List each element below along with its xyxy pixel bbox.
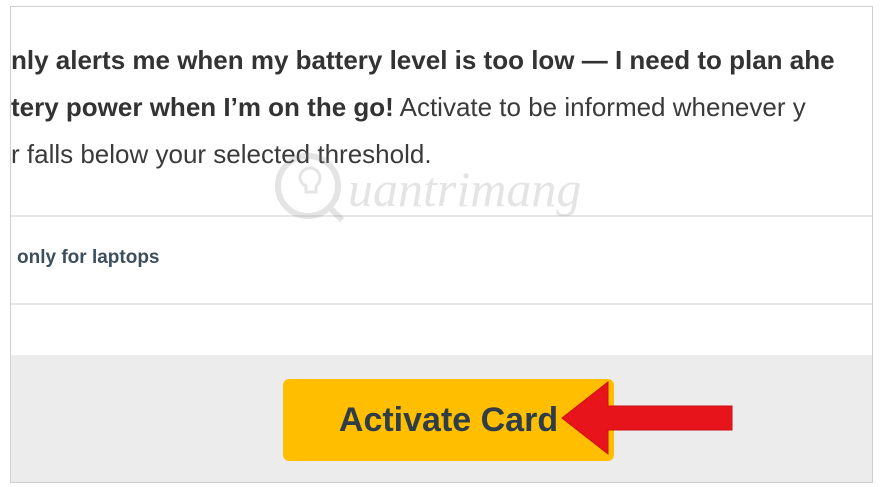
description-line-1: nly alerts me when my battery level is t… — [11, 45, 835, 75]
description-line-2-bold: tery power when I’m on the go! — [11, 92, 394, 122]
lightbulb-q-logo-icon: uantrimang — [275, 153, 581, 223]
description-line-2-rest: Activate to be informed whenever y — [393, 92, 806, 122]
card-panel: nly alerts me when my battery level is t… — [10, 6, 873, 483]
compatibility-note: only for laptops — [17, 247, 160, 268]
watermark: uantrimang — [270, 148, 650, 233]
red-arrow-icon — [561, 380, 733, 456]
watermark-text: uantrimang — [348, 161, 581, 217]
card-footer: Activate Card — [11, 355, 872, 482]
description-line-2: tery power when I’m on the go! Activate … — [11, 84, 872, 131]
card-content: nly alerts me when my battery level is t… — [11, 7, 872, 482]
divider — [11, 303, 872, 305]
